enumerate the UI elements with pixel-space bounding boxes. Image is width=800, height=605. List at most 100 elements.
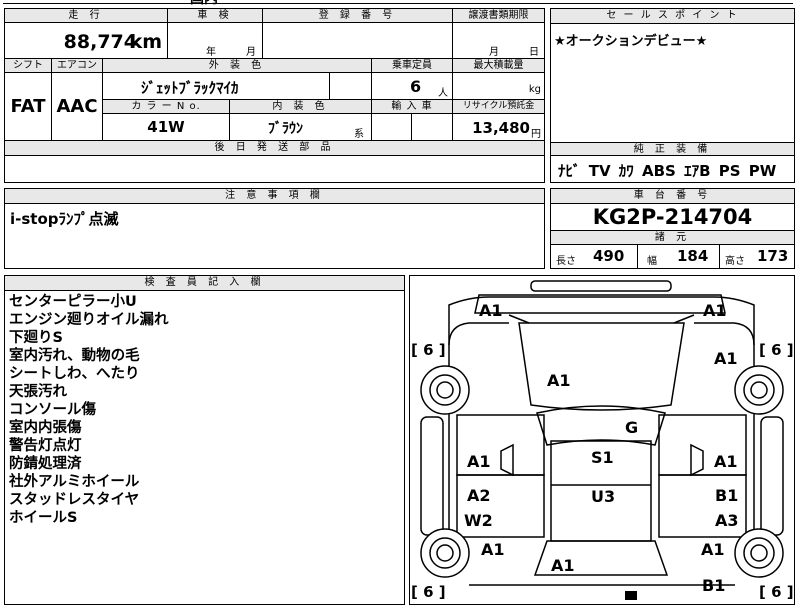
- sales-point-header: セ ー ル ス ポ イ ン ト: [551, 9, 794, 24]
- height-label: 高さ: [725, 256, 745, 267]
- length-value: 490: [593, 247, 625, 265]
- mark-front-door-right: A1: [714, 452, 738, 471]
- top-cutoff-text: 国内: [190, 0, 218, 8]
- chassis-value: KG2P-214704: [592, 205, 753, 229]
- mirror-left-shape: [500, 443, 514, 477]
- top-strip: [3, 0, 793, 4]
- equipment-header: 純 正 装 備: [551, 142, 794, 156]
- shaken-year-label: 年: [206, 47, 216, 58]
- recycle-cell: 13,480 円: [453, 114, 544, 141]
- color-no-value: 41W: [103, 114, 230, 141]
- inspector-line: センターピラー小U: [9, 294, 137, 310]
- equipment-text: ﾅﾋﾞ TV ｶﾜ ABS ｴｱB PS PW: [558, 162, 777, 180]
- recycle-unit: 円: [531, 129, 541, 140]
- inspector-line: 警告灯点灯: [9, 438, 82, 454]
- interior-cell: ﾌﾞﾗｳﾝ 系: [230, 114, 372, 141]
- shift-value: FAT: [5, 73, 52, 141]
- aircon-header: エアコン: [52, 59, 103, 73]
- registration-cell: [263, 23, 453, 59]
- recycle-header: リサイクル預託金: [453, 100, 544, 114]
- transfer-header: 譲渡書類期限: [453, 9, 544, 23]
- transfer-month-label: 月: [489, 47, 499, 58]
- shaken-cell: 年 月: [168, 23, 263, 59]
- import-header: 輸 入 車: [372, 100, 453, 114]
- tire-rear-right: [ 6 ]: [759, 583, 794, 600]
- registration-header: 登 録 番 号: [263, 9, 453, 23]
- shift-header: シフト: [5, 59, 52, 73]
- mark-hood: A1: [547, 371, 571, 390]
- car-diagram: A1 A1 A1 A1 G S1 U3 A1 A1 A2 W2 B1 A3 A1…: [411, 280, 794, 600]
- mark-front-left: A1: [479, 301, 503, 320]
- capacity-unit: 人: [438, 88, 448, 99]
- inspector-line: 室内内張傷: [9, 420, 82, 436]
- inspector-line: シートしわ、へたり: [9, 366, 140, 382]
- import-cell-1: [372, 114, 412, 141]
- inspector-line: 室内汚れ、動物の毛: [9, 348, 140, 364]
- mirror-right-shape: [690, 443, 704, 477]
- notes-text: i-stopﾗﾝﾌﾟ点滅: [10, 210, 119, 228]
- mark-rear-door-right-1: B1: [715, 486, 738, 505]
- recycle-value: 13,480: [472, 119, 530, 137]
- inspector-line: 防錆処理済: [9, 456, 82, 472]
- interior-suffix: 系: [354, 129, 364, 140]
- chassis-header: 車 台 番 号: [551, 189, 794, 204]
- rear-plate-mark: [625, 591, 637, 600]
- shaken-header: 車 検: [168, 9, 263, 23]
- sales-point-text: ★オークションデビュー★: [554, 34, 708, 49]
- shaken-month-label: 月: [246, 47, 256, 58]
- inspector-header: 検 査 員 記 入 欄: [5, 276, 404, 291]
- maxload-header: 最大積載量: [453, 59, 544, 73]
- mark-front-right: A1: [703, 301, 727, 320]
- mark-rear-gate: A1: [551, 556, 575, 575]
- length-label: 長さ: [556, 256, 576, 267]
- tire-front-left: [ 6 ]: [411, 341, 446, 359]
- tire-front-right: [ 6 ]: [759, 341, 794, 359]
- inspector-line: 下廻りS: [9, 330, 63, 346]
- mark-rear-door-right-2: A3: [715, 511, 739, 530]
- mark-windshield: G: [625, 418, 638, 437]
- exterior-cell: ｼﾞｪｯﾄﾌﾞﾗｯｸﾏｲｶ: [103, 73, 330, 100]
- mark-roof-rear: U3: [591, 487, 615, 506]
- mark-roof: S1: [591, 448, 614, 467]
- mark-rear-fender-left: A1: [481, 540, 505, 559]
- specs-row: 長さ 490 幅 184 高さ 173: [551, 245, 794, 268]
- transfer-day-label: 日: [529, 47, 539, 58]
- mileage-unit: km: [129, 31, 162, 53]
- inspector-line: エンジン廻りオイル漏れ: [9, 312, 169, 328]
- side-skirt-left-shape: [420, 416, 444, 536]
- mileage-cell: 88,774 km: [5, 23, 168, 59]
- mark-rear-door-left-2: W2: [464, 511, 493, 530]
- capacity-value: 6: [410, 77, 422, 96]
- front-grille-shape: [530, 280, 672, 292]
- maxload-cell: kg: [453, 73, 544, 100]
- mark-rear-fender-right: A1: [701, 540, 725, 559]
- mark-rear-bumper-right: B1: [702, 576, 725, 595]
- inspector-line: ホイールS: [9, 510, 78, 526]
- mileage-header: 走 行: [5, 9, 168, 23]
- inspector-lines: センターピラー小U エンジン廻りオイル漏れ 下廻りS 室内汚れ、動物の毛 シート…: [9, 293, 169, 527]
- side-skirt-right-shape: [760, 416, 784, 536]
- shipping-header: 後 日 発 送 部 品: [5, 141, 544, 156]
- mark-fr-fender: A1: [714, 349, 738, 368]
- tire-rear-left: [ 6 ]: [411, 583, 446, 600]
- notes-header: 注 意 事 項 欄: [5, 189, 544, 204]
- capacity-cell: 6 人: [372, 73, 453, 100]
- transfer-cell: 月 日: [453, 23, 544, 59]
- aircon-value: AAC: [52, 73, 103, 141]
- capacity-header: 乗車定員: [372, 59, 453, 73]
- exterior-extra-cell: [330, 73, 372, 100]
- inspector-line: 天張汚れ: [9, 384, 67, 400]
- mileage-value: 88,774: [63, 31, 137, 53]
- specs-header: 諸 元: [551, 230, 794, 245]
- inspector-line: 社外アルミホイール: [9, 474, 140, 490]
- shipping-cell: [5, 156, 544, 182]
- color-no-header: カ ラ ー N o.: [103, 100, 230, 114]
- interior-header: 内 装 色: [230, 100, 372, 114]
- inspector-line: コンソール傷: [9, 402, 96, 418]
- maxload-unit: kg: [528, 84, 541, 95]
- interior-value: ﾌﾞﾗｳﾝ: [268, 121, 303, 137]
- inspector-line: スタッドレスタイヤ: [9, 492, 140, 508]
- exterior-value: ｼﾞｪｯﾄﾌﾞﾗｯｸﾏｲｶ: [141, 79, 239, 97]
- exterior-header: 外 装 色: [103, 59, 372, 73]
- windshield-shape: [536, 405, 666, 446]
